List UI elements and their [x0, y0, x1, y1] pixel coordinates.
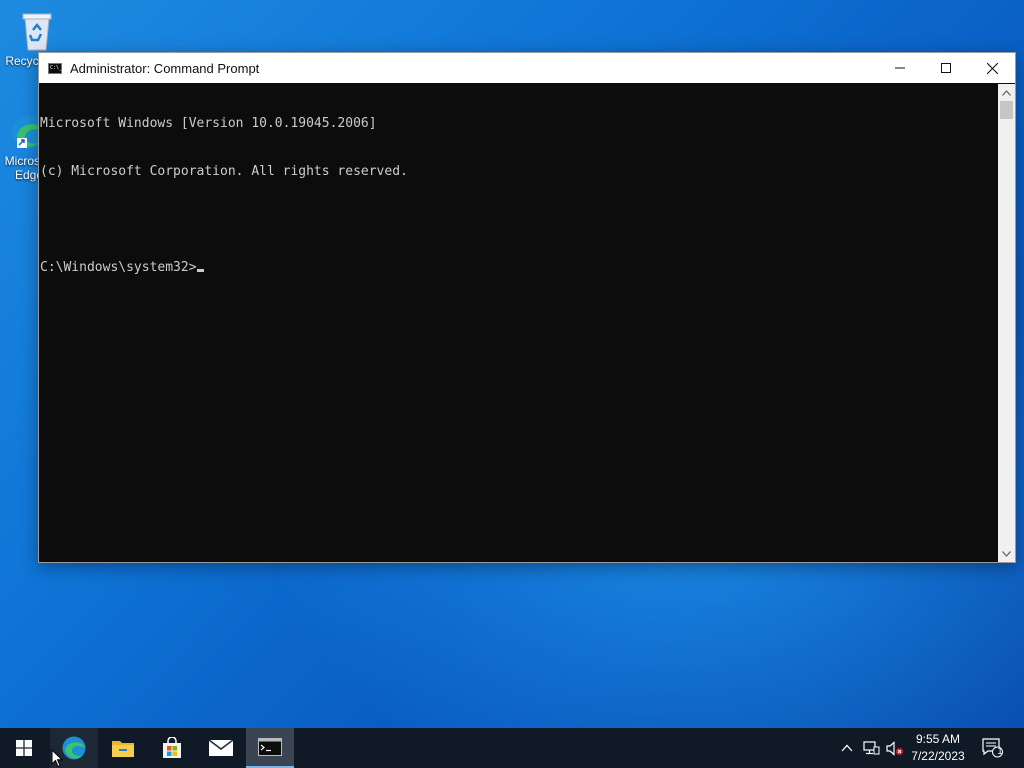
scroll-down-button[interactable]	[998, 545, 1015, 562]
taskbar-command-prompt-button[interactable]	[246, 728, 294, 768]
title-bar[interactable]: C:\_ Administrator: Command Prompt	[39, 53, 1015, 83]
maximize-button[interactable]	[923, 53, 969, 83]
taskbar-store-button[interactable]	[148, 728, 196, 768]
start-button[interactable]	[0, 728, 48, 768]
notification-count-badge: 1	[997, 746, 1003, 756]
console-prompt: C:\Windows\system32>	[40, 260, 197, 275]
network-icon	[862, 740, 879, 754]
mouse-pointer-icon	[51, 749, 63, 768]
show-hidden-icons-button[interactable]	[836, 728, 858, 768]
clock-date: 7/22/2023	[911, 749, 965, 763]
store-icon	[163, 737, 181, 758]
folder-icon	[112, 741, 134, 757]
maximize-icon	[941, 63, 951, 73]
mail-icon	[208, 739, 234, 756]
scrollbar-thumb[interactable]	[1000, 101, 1013, 119]
console-line: Microsoft Windows [Version 10.0.19045.20…	[40, 116, 377, 131]
minimize-icon	[895, 67, 905, 69]
console-output[interactable]: Microsoft Windows [Version 10.0.19045.20…	[39, 84, 1000, 562]
taskbar-file-explorer-button[interactable]	[99, 728, 147, 768]
clock-time: 9:55 AM	[915, 732, 961, 746]
vertical-scrollbar[interactable]	[998, 84, 1015, 562]
console-line: (c) Microsoft Corporation. All rights re…	[40, 164, 408, 179]
cmd-icon	[258, 738, 282, 756]
window-title: Administrator: Command Prompt	[70, 60, 260, 76]
close-button[interactable]	[969, 53, 1015, 83]
chevron-up-icon	[1002, 89, 1011, 96]
windows-logo-icon	[16, 740, 32, 756]
command-prompt-window[interactable]: C:\_ Administrator: Command Prompt Micro…	[38, 52, 1016, 563]
close-icon	[986, 62, 998, 74]
action-center-button[interactable]: 1	[980, 728, 1006, 768]
recycle-bin-icon	[22, 13, 52, 51]
minimize-button[interactable]	[877, 53, 923, 83]
taskbar: 9:55 AM 7/22/2023 1	[0, 728, 1024, 768]
cmd-window-icon: C:\_	[48, 62, 62, 74]
scroll-up-button[interactable]	[998, 84, 1015, 101]
taskbar-clock[interactable]: 9:55 AM 7/22/2023	[900, 731, 976, 765]
chevron-down-icon	[1002, 550, 1011, 557]
network-button[interactable]	[860, 728, 882, 768]
chevron-up-icon	[841, 744, 853, 752]
text-cursor	[196, 269, 204, 272]
console-prompt-line: C:\Windows\system32>	[40, 260, 1000, 276]
edge-icon	[62, 736, 86, 760]
taskbar-mail-button[interactable]	[197, 728, 245, 768]
